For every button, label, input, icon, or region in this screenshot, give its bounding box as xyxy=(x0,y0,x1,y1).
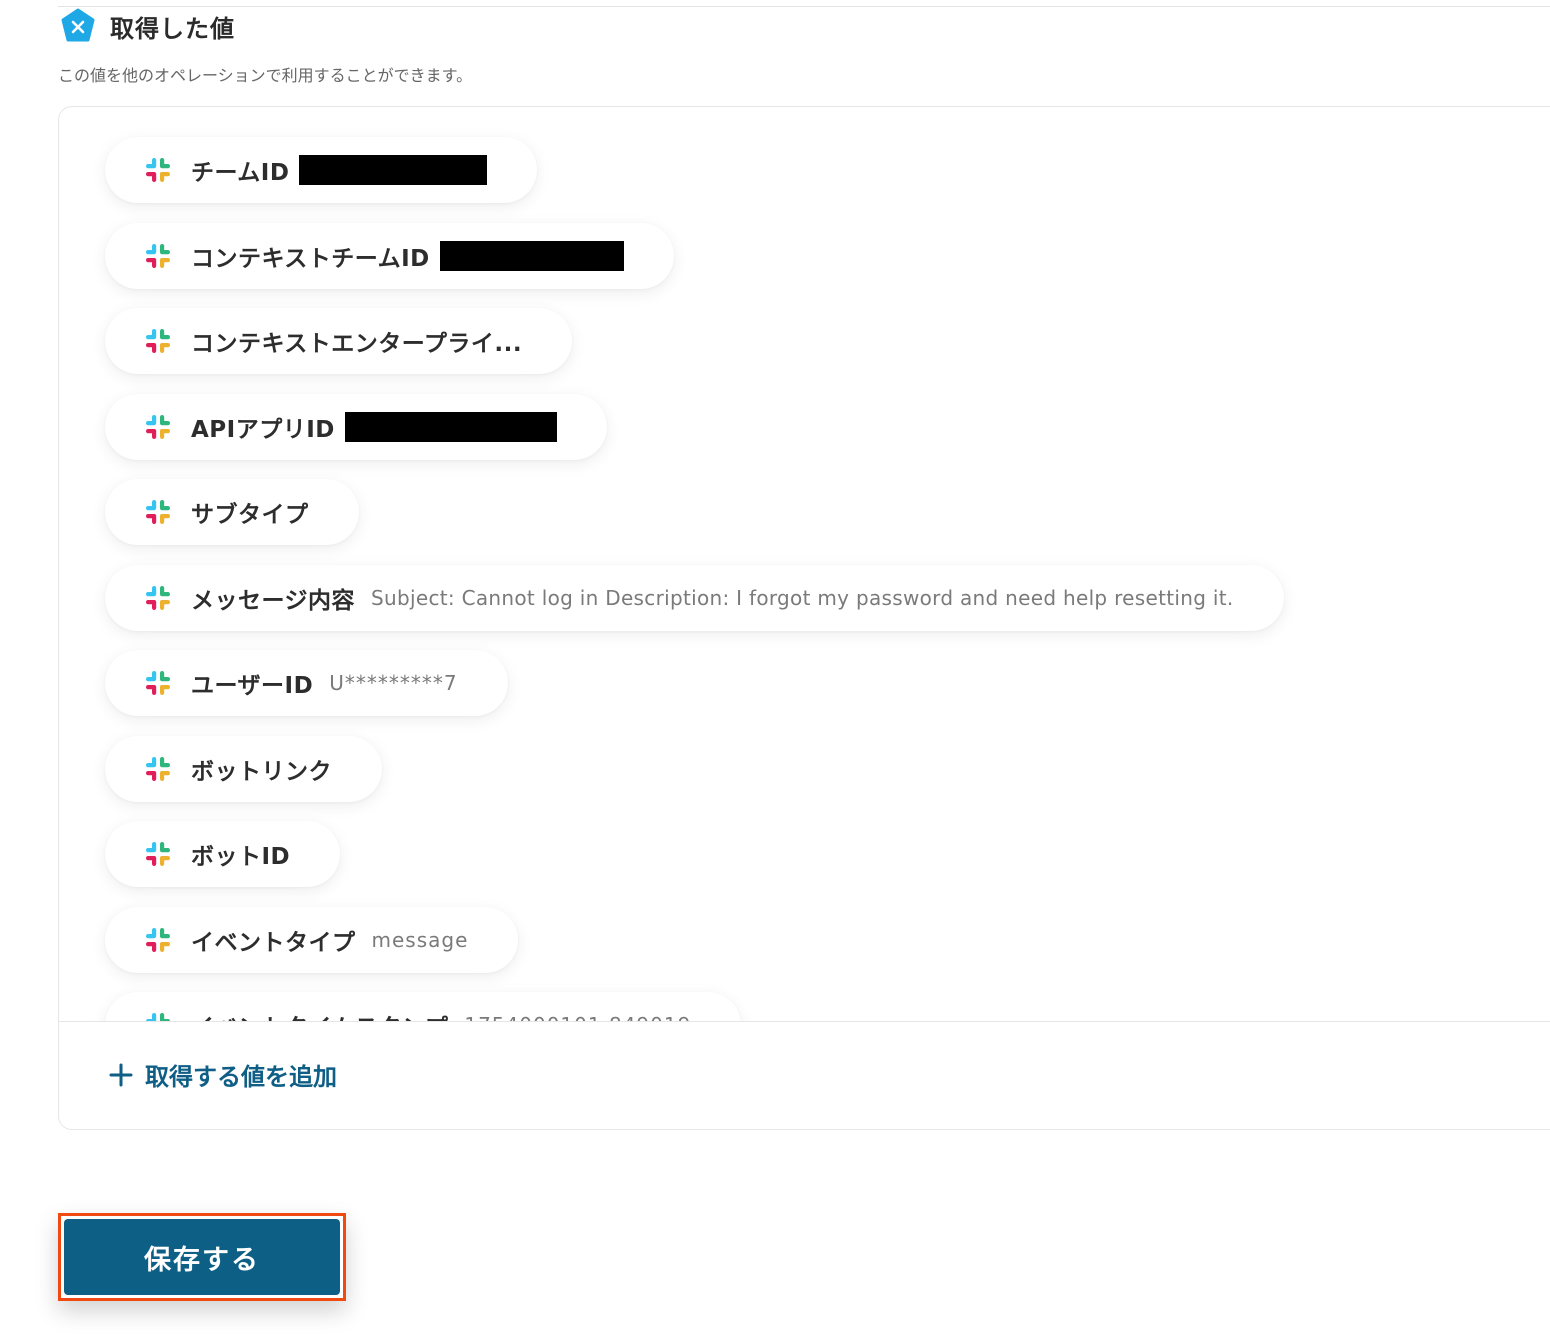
slack-icon xyxy=(145,670,171,696)
value-label: チームID xyxy=(191,160,290,186)
value-chip-message-content[interactable]: メッセージ内容 Subject: Cannot log in Descripti… xyxy=(105,565,1284,631)
value-chip-context-team-id[interactable]: コンテキストチームID xyxy=(105,223,674,289)
plus-icon xyxy=(109,1063,133,1087)
top-divider xyxy=(58,6,1550,7)
save-button-highlight: 保存する xyxy=(58,1213,346,1301)
slack-icon xyxy=(145,756,171,782)
value-label: APIアプリID xyxy=(191,417,335,443)
panel-divider xyxy=(59,1021,1550,1022)
values-list[interactable]: チームID コンテキストチームID コンテキストエンタープライ... APIアプ… xyxy=(59,107,1550,1021)
value-text: message xyxy=(371,928,469,952)
value-label: コンテキストチームID xyxy=(191,246,430,272)
redacted-value xyxy=(344,412,557,442)
section-description: この値を他のオペレーションで利用することができます。 xyxy=(58,66,473,85)
value-label: メッセージ内容 xyxy=(191,588,356,614)
value-chip-event-timestamp[interactable]: イベントタイムスタンプ 1754000101.849019 xyxy=(105,992,742,1021)
values-panel: チームID コンテキストチームID コンテキストエンタープライ... APIアプ… xyxy=(58,106,1550,1130)
value-chip-bot-id[interactable]: ボットID xyxy=(105,821,341,887)
value-text: U*********7 xyxy=(329,671,458,695)
section-header: 取得した値 xyxy=(60,8,235,44)
value-text: 1754000101.849019 xyxy=(464,1013,691,1021)
value-label: サブタイプ xyxy=(191,502,309,528)
x-badge-icon xyxy=(60,8,96,44)
slack-icon xyxy=(145,585,171,611)
section-title: 取得した値 xyxy=(110,14,235,43)
value-label: イベントタイプ xyxy=(191,930,356,956)
redacted-value xyxy=(299,155,488,185)
slack-icon xyxy=(145,414,171,440)
value-chip-event-type[interactable]: イベントタイプ message xyxy=(105,907,519,973)
value-chip-context-enterprise[interactable]: コンテキストエンタープライ... xyxy=(105,308,573,374)
slack-icon xyxy=(145,841,171,867)
slack-icon xyxy=(145,157,171,183)
add-value-button[interactable]: 取得する値を追加 xyxy=(109,1057,337,1092)
slack-icon xyxy=(145,499,171,525)
save-button[interactable]: 保存する xyxy=(64,1219,340,1295)
value-label: ユーザーID xyxy=(191,673,314,699)
value-label: イベントタイムスタンプ xyxy=(191,1008,448,1021)
value-chip-bot-link[interactable]: ボットリンク xyxy=(105,736,382,802)
value-chip-subtype[interactable]: サブタイプ xyxy=(105,479,359,545)
slack-icon xyxy=(145,927,171,953)
slack-icon xyxy=(145,328,171,354)
value-chip-team-id[interactable]: チームID xyxy=(105,137,538,203)
value-label: ボットリンク xyxy=(191,759,332,785)
value-chip-api-app-id[interactable]: APIアプリID xyxy=(105,394,607,460)
value-chip-user-id[interactable]: ユーザーID U*********7 xyxy=(105,650,508,716)
slack-icon xyxy=(145,1012,171,1021)
add-value-label: 取得する値を追加 xyxy=(145,1063,337,1091)
redacted-value xyxy=(439,241,624,271)
slack-icon xyxy=(145,243,171,269)
value-label: ボットID xyxy=(191,844,291,870)
value-label: コンテキストエンタープライ... xyxy=(191,331,523,357)
value-text: Subject: Cannot log in Description: I fo… xyxy=(371,586,1234,610)
